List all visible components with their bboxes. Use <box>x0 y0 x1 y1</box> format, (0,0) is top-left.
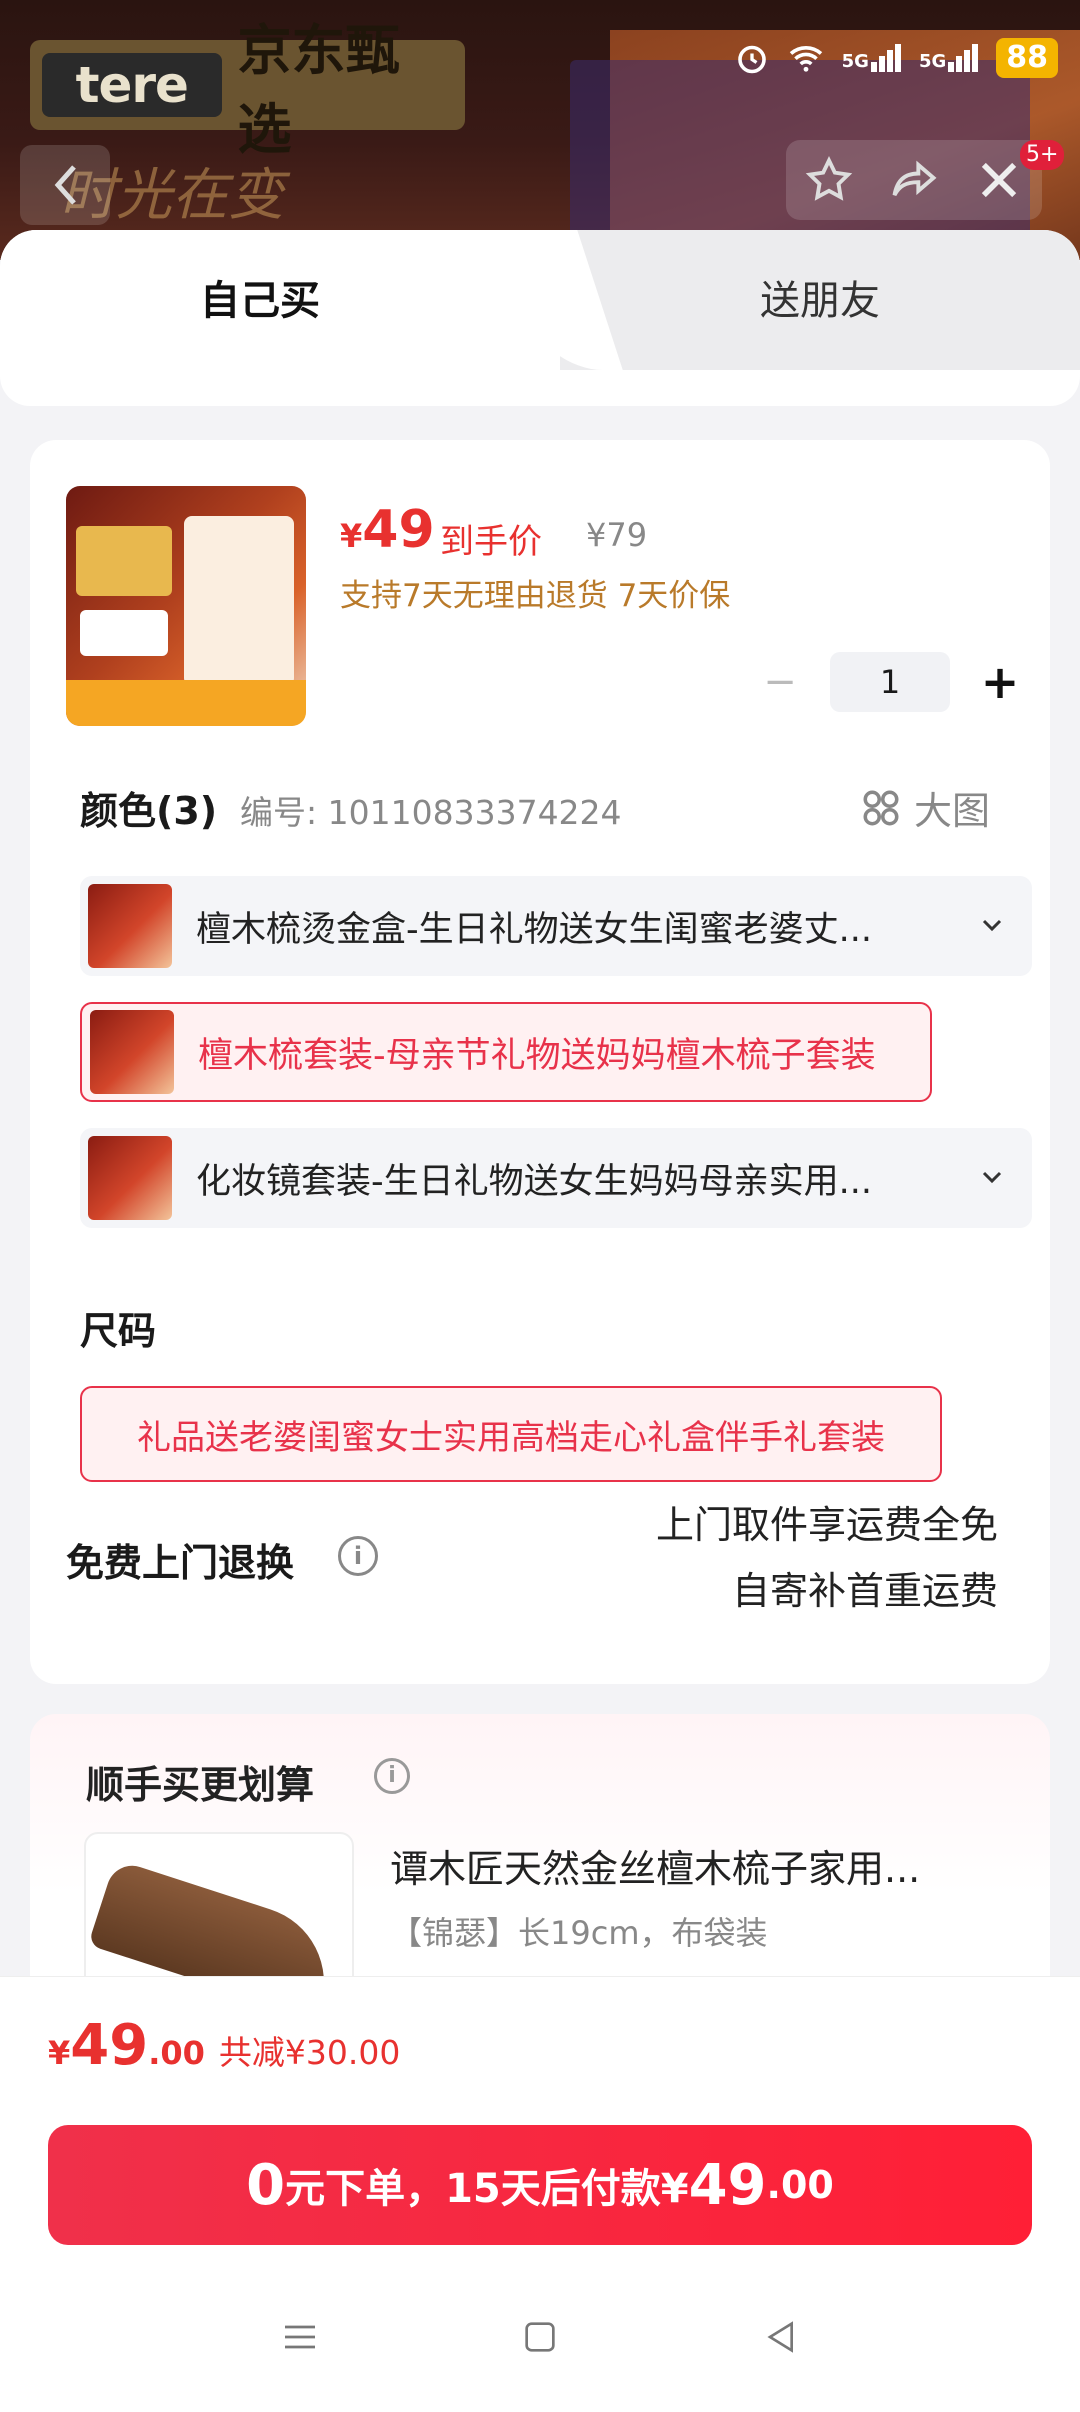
network-type-1: 5G <box>841 51 869 72</box>
star-icon[interactable] <box>803 154 855 206</box>
total-integer: 49 <box>70 2013 149 2078</box>
color-option-label: 檀木梳套装-母亲节礼物送妈妈檀木梳子套装 <box>198 1035 876 1076</box>
total-currency: ¥ <box>48 2034 71 2072</box>
pay-decimal: .00 <box>766 2163 834 2207</box>
service-promise: 支持7天无理由退货 7天价保 <box>340 578 731 614</box>
original-price: ¥79 <box>586 516 648 554</box>
brand-mark: tere <box>42 53 222 117</box>
color-option-image <box>90 1010 174 1094</box>
total-savings: 共减¥30.00 <box>218 2033 401 2072</box>
big-picture-toggle[interactable]: 大图 <box>860 780 990 835</box>
chevron-down-icon[interactable] <box>952 917 1032 936</box>
home-icon[interactable] <box>520 2317 560 2357</box>
product-thumbnail[interactable] <box>66 486 306 726</box>
chevron-left-icon <box>54 165 76 205</box>
status-bar: 5G 5G 88 <box>734 38 1058 78</box>
addon-product-image[interactable] <box>84 1832 354 1980</box>
battery-indicator: 88 <box>996 38 1058 78</box>
addon-product-spec: 【锦瑟】长19cm，布袋装 <box>390 1914 768 1952</box>
close-icon[interactable] <box>973 154 1025 206</box>
comb-image <box>87 1859 345 1980</box>
increase-button[interactable]: + <box>970 655 1030 709</box>
info-icon[interactable]: i <box>374 1758 410 1794</box>
total-price: ¥49.00 共减¥30.00 <box>48 2013 400 2078</box>
color-option-image <box>88 1136 172 1220</box>
decrease-button[interactable]: − <box>750 659 810 705</box>
thumb-decor <box>184 516 294 686</box>
network-type-2: 5G <box>918 51 947 72</box>
checkout-bar: ¥49.00 共减¥30.00 0 元下单，15天后付款¥ 49.00 <box>0 1976 1080 2412</box>
size-section-title: 尺码 <box>80 1309 157 1353</box>
chevron-down-icon[interactable] <box>952 1169 1032 1188</box>
signal-icon-2: 5G <box>918 44 979 72</box>
product-options-card: ¥49 到手价 ¥79 支持7天无理由退货 7天价保 − 1 + 颜色(3) 编… <box>30 440 1050 1684</box>
big-picture-label: 大图 <box>914 789 991 833</box>
quantity-stepper: − 1 + <box>750 652 1030 712</box>
system-nav-bar <box>0 2287 1080 2387</box>
info-icon[interactable]: i <box>338 1536 378 1576</box>
nav-actions <box>786 140 1042 220</box>
product-code: 编号: 10110833374224 <box>240 793 622 832</box>
price-value: 49 <box>362 500 435 560</box>
signal-icon: 5G <box>842 44 901 72</box>
tab-underlay <box>0 370 1080 406</box>
menu-icon[interactable] <box>280 2317 320 2357</box>
return-self-ship-text: 自寄补首重运费 <box>731 1569 998 1613</box>
color-option[interactable]: 化妆镜套装-生日礼物送女生妈妈母亲实用... <box>80 1128 1032 1228</box>
quantity-value[interactable]: 1 <box>830 652 950 712</box>
tab-bar: 自己买 送朋友 <box>0 230 1080 370</box>
message-badge: 5+ <box>1020 140 1065 170</box>
addon-card: 顺手买更划算 i 谭木匠天然金丝檀木梳子家用... 【锦瑟】长19cm，布袋装 <box>30 1714 1050 1980</box>
pay-later-button[interactable]: 0 元下单，15天后付款¥ 49.00 <box>48 2125 1032 2245</box>
brand-name: 京东甄选 <box>237 19 400 161</box>
addon-product-name[interactable]: 谭木匠天然金丝檀木梳子家用... <box>390 1838 990 1893</box>
color-option-label: 檀木梳烫金盒-生日礼物送女生闺蜜老婆丈... <box>196 909 873 950</box>
purchase-sheet: 自己买 送朋友 ¥49 到手价 ¥79 支持7天无理由退货 7天价保 − 1 +… <box>0 230 1080 1980</box>
pay-integer: 49 <box>688 2152 767 2218</box>
alarm-icon <box>737 45 766 74</box>
color-option-label: 化妆镜套装-生日礼物送女生妈妈母亲实用... <box>196 1161 873 1202</box>
thumb-decor <box>80 610 168 656</box>
wifi-icon <box>789 46 822 72</box>
back-icon[interactable] <box>760 2317 800 2357</box>
brand-logo: tere 京东甄选 <box>30 19 465 161</box>
return-pickup-text: 上门取件享运费全免 <box>655 1503 998 1547</box>
color-option-selected[interactable]: 檀木梳套装-母亲节礼物送妈妈檀木梳子套装 <box>80 1002 932 1102</box>
price-currency: ¥ <box>340 517 363 555</box>
total-decimal: .00 <box>148 2034 205 2072</box>
color-option-image <box>88 884 172 968</box>
pay-zero: 0 <box>246 2152 286 2218</box>
size-option-selected[interactable]: 礼品送老婆闺蜜女士实用高档走心礼盒伴手礼套装 <box>80 1386 942 1482</box>
color-option[interactable]: 檀木梳烫金盒-生日礼物送女生闺蜜老婆丈... <box>80 876 1032 976</box>
share-icon[interactable] <box>888 154 940 206</box>
back-button[interactable] <box>20 145 110 225</box>
color-section-title: 颜色(3) <box>80 789 218 833</box>
tab-buy-for-self[interactable]: 自己买 <box>0 268 520 326</box>
current-price: ¥49 <box>340 500 435 560</box>
grid-icon <box>863 790 899 825</box>
tab-gift-to-friend[interactable]: 送朋友 <box>600 268 1040 326</box>
addon-title: 顺手买更划算 <box>86 1763 315 1807</box>
pay-text: 元下单，15天后付款¥ <box>285 2166 689 2212</box>
thumb-decor <box>76 526 172 596</box>
thumb-decor <box>66 680 306 726</box>
free-return-title: 免费上门退换 <box>66 1541 295 1585</box>
price-label: 到手价 <box>440 522 542 562</box>
